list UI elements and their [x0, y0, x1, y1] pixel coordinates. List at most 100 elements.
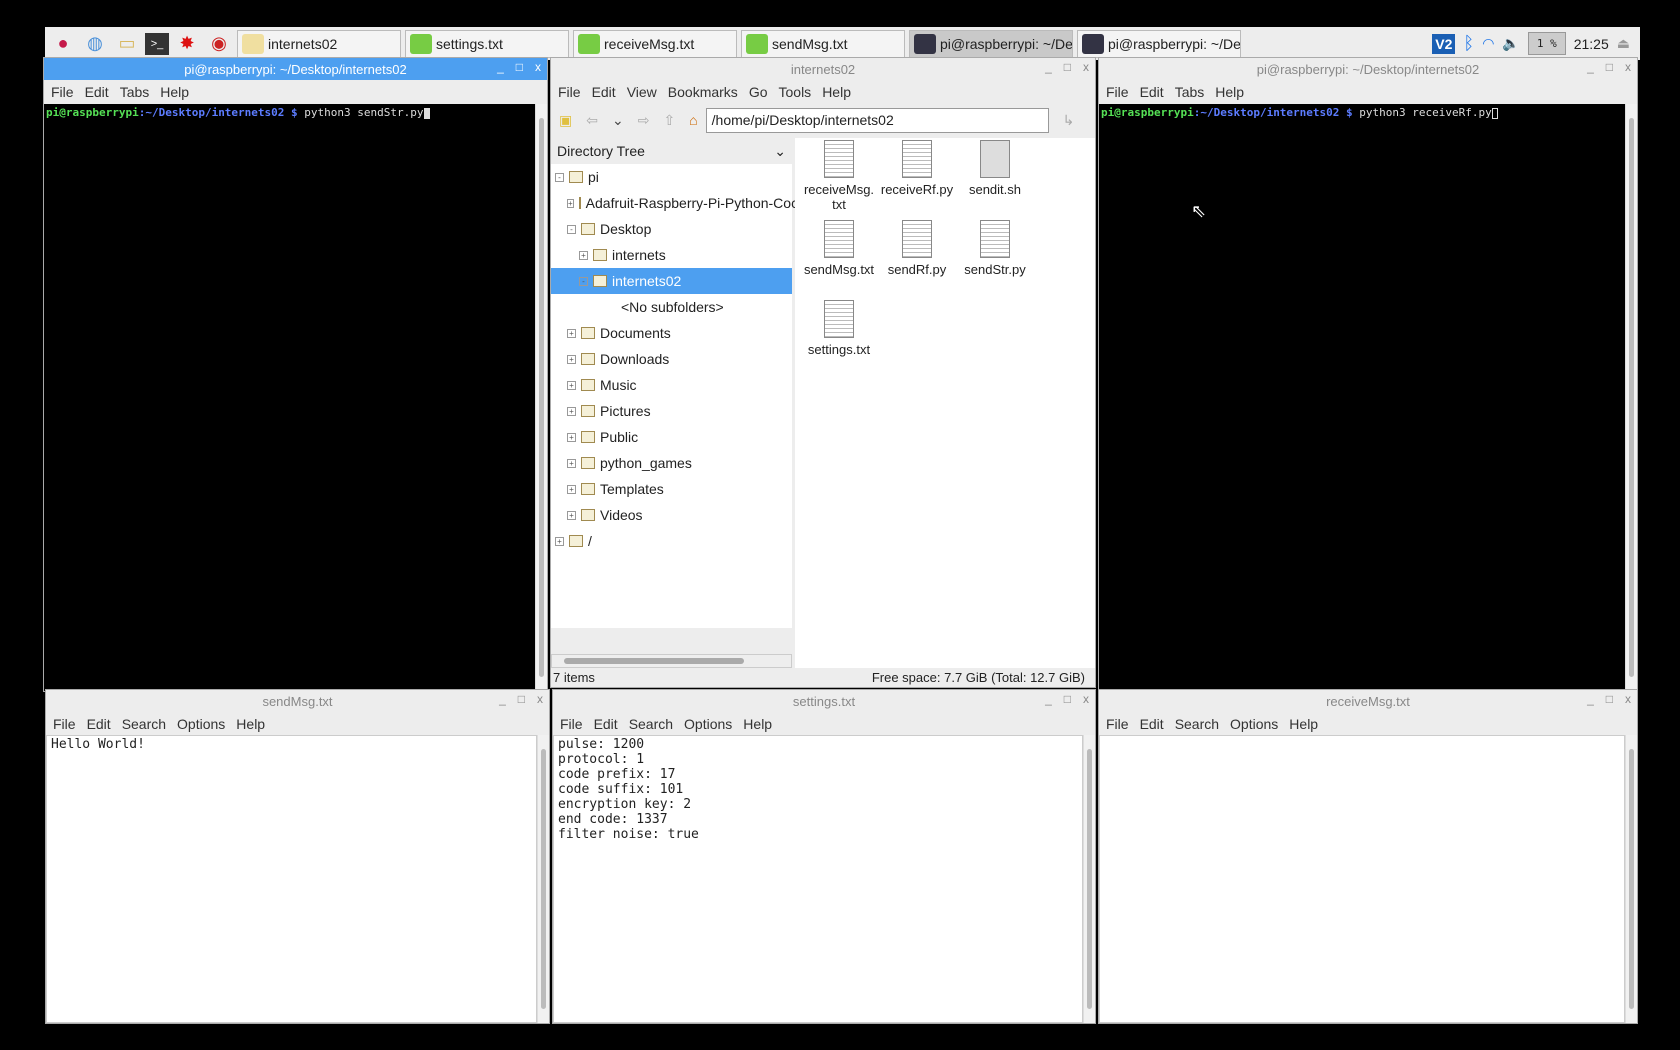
eject-icon[interactable]: ⏏	[1617, 35, 1630, 52]
title-bar[interactable]: pi@raspberrypi: ~/Desktop/internets02 _ □ x	[1099, 58, 1637, 80]
tree-item[interactable]: - Desktop	[551, 216, 792, 242]
file-item[interactable]: receiveRf.py	[877, 140, 957, 197]
menu-options[interactable]: Options	[177, 716, 225, 732]
file-manager-icon[interactable]: ▭	[113, 30, 141, 58]
maximize-button[interactable]: □	[1064, 692, 1071, 706]
close-button[interactable]: x	[537, 692, 543, 706]
tree-item[interactable]: + Public	[551, 424, 792, 450]
file-item[interactable]: sendStr.py	[955, 220, 1035, 277]
menu-help[interactable]: Help	[743, 716, 772, 732]
terminal-launcher-icon[interactable]: >_	[145, 32, 169, 55]
tree-item[interactable]: + Adafruit-Raspberry-Pi-Python-Coc	[551, 190, 798, 216]
close-button[interactable]: x	[1083, 60, 1089, 74]
menu-help[interactable]: Help	[1289, 716, 1318, 732]
text-area[interactable]: Hello World!	[46, 735, 537, 1023]
web-browser-icon[interactable]: ◍	[81, 30, 109, 58]
file-item[interactable]: sendMsg.txt	[799, 220, 879, 277]
menu-file[interactable]: File	[53, 716, 76, 732]
menu-help[interactable]: Help	[236, 716, 265, 732]
menu-search[interactable]: Search	[629, 716, 673, 732]
collapse-icon[interactable]: -	[579, 276, 588, 286]
expand-icon[interactable]: +	[567, 510, 576, 520]
tree-item[interactable]: - internets02	[551, 268, 792, 294]
tree-item[interactable]: - pi	[551, 164, 792, 190]
minimize-button[interactable]: _	[1587, 692, 1594, 706]
mathematica-icon[interactable]: ◉	[205, 30, 233, 58]
minimize-button[interactable]: _	[1587, 60, 1594, 74]
title-bar[interactable]: receiveMsg.txt _ □ x	[1099, 690, 1637, 712]
scrollbar[interactable]	[1083, 735, 1095, 1023]
close-button[interactable]: x	[1083, 692, 1089, 706]
close-button[interactable]: x	[535, 60, 541, 74]
task-settings[interactable]: settings.txt	[405, 29, 569, 58]
tree-item[interactable]: + Downloads	[551, 346, 792, 372]
back-icon[interactable]: ⇦	[586, 112, 598, 129]
expand-icon[interactable]: +	[567, 484, 576, 494]
menu-help[interactable]: Help	[1215, 84, 1244, 100]
expand-icon[interactable]: +	[567, 406, 576, 416]
address-bar[interactable]: /home/pi/Desktop/internets02	[705, 107, 1049, 133]
minimize-button[interactable]: _	[499, 692, 506, 706]
file-item[interactable]: sendRf.py	[877, 220, 957, 277]
scrollbar[interactable]	[535, 104, 547, 691]
file-item[interactable]: settings.txt	[799, 300, 879, 357]
collapse-icon[interactable]: -	[567, 224, 576, 234]
expand-icon[interactable]: +	[567, 198, 574, 208]
title-bar[interactable]: settings.txt _ □ x	[553, 690, 1095, 712]
up-icon[interactable]: ⇧	[663, 112, 675, 129]
tree-item[interactable]: <No subfolders>	[551, 294, 792, 320]
task-receivemsg[interactable]: receiveMsg.txt	[573, 29, 737, 58]
expand-icon[interactable]: +	[567, 354, 576, 364]
menu-options[interactable]: Options	[684, 716, 732, 732]
expand-icon[interactable]: +	[567, 380, 576, 390]
menu-help[interactable]: Help	[160, 84, 189, 100]
forward-icon[interactable]: ⇨	[638, 112, 650, 129]
home-icon[interactable]: ⌂	[689, 112, 697, 128]
pane-selector[interactable]: Directory Tree ⌄	[551, 138, 792, 164]
menu-edit[interactable]: Edit	[594, 716, 618, 732]
tree-item[interactable]: + Documents	[551, 320, 792, 346]
menu-go[interactable]: Go	[749, 84, 768, 100]
file-item[interactable]: receiveMsg. txt	[799, 140, 879, 212]
menu-edit[interactable]: Edit	[87, 716, 111, 732]
menu-tabs[interactable]: Tabs	[1175, 84, 1205, 100]
expand-icon[interactable]: +	[555, 536, 564, 546]
collapse-icon[interactable]: -	[555, 172, 564, 182]
raspberry-menu-icon[interactable]: ●	[49, 30, 77, 58]
maximize-button[interactable]: □	[516, 60, 523, 74]
menu-file[interactable]: File	[560, 716, 583, 732]
task-file-manager[interactable]: internets02	[237, 29, 401, 58]
tree-item[interactable]: + Music	[551, 372, 792, 398]
vnc-icon[interactable]: V2	[1432, 33, 1456, 54]
menu-file[interactable]: File	[1106, 716, 1129, 732]
menu-edit[interactable]: Edit	[1140, 84, 1164, 100]
tree-item[interactable]: + Videos	[551, 502, 792, 528]
menu-edit[interactable]: Edit	[592, 84, 616, 100]
title-bar[interactable]: internets02 _ □ x	[551, 58, 1095, 80]
menu-view[interactable]: View	[627, 84, 657, 100]
title-bar[interactable]: pi@raspberrypi: ~/Desktop/internets02 _ □ x	[44, 58, 547, 80]
terminal-output[interactable]: pi@raspberrypi:~/Desktop/internets02 $ p…	[44, 104, 535, 691]
menu-tabs[interactable]: Tabs	[120, 84, 150, 100]
expand-icon[interactable]: +	[567, 432, 576, 442]
minimize-button[interactable]: _	[1045, 60, 1052, 74]
close-button[interactable]: x	[1625, 60, 1631, 74]
menu-tools[interactable]: Tools	[779, 84, 812, 100]
text-area[interactable]: pulse: 1200 protocol: 1 code prefix: 17 …	[553, 735, 1083, 1023]
text-area[interactable]	[1099, 735, 1625, 1023]
menu-search[interactable]: Search	[1175, 716, 1219, 732]
menu-help[interactable]: Help	[822, 84, 851, 100]
tree-item[interactable]: + Pictures	[551, 398, 792, 424]
scrollbar[interactable]	[1625, 735, 1637, 1023]
wolfram-icon[interactable]: ✸	[173, 30, 201, 58]
clock[interactable]: 21:25	[1574, 36, 1609, 52]
maximize-button[interactable]: □	[518, 692, 525, 706]
expand-icon[interactable]: +	[567, 458, 576, 468]
task-sendmsg[interactable]: sendMsg.txt	[741, 29, 905, 58]
maximize-button[interactable]: □	[1606, 60, 1613, 74]
history-dropdown-icon[interactable]: ⌄	[612, 112, 624, 129]
menu-file[interactable]: File	[558, 84, 581, 100]
minimize-button[interactable]: _	[497, 60, 504, 74]
title-bar[interactable]: sendMsg.txt _ □ x	[46, 690, 549, 712]
menu-file[interactable]: File	[1106, 84, 1129, 100]
